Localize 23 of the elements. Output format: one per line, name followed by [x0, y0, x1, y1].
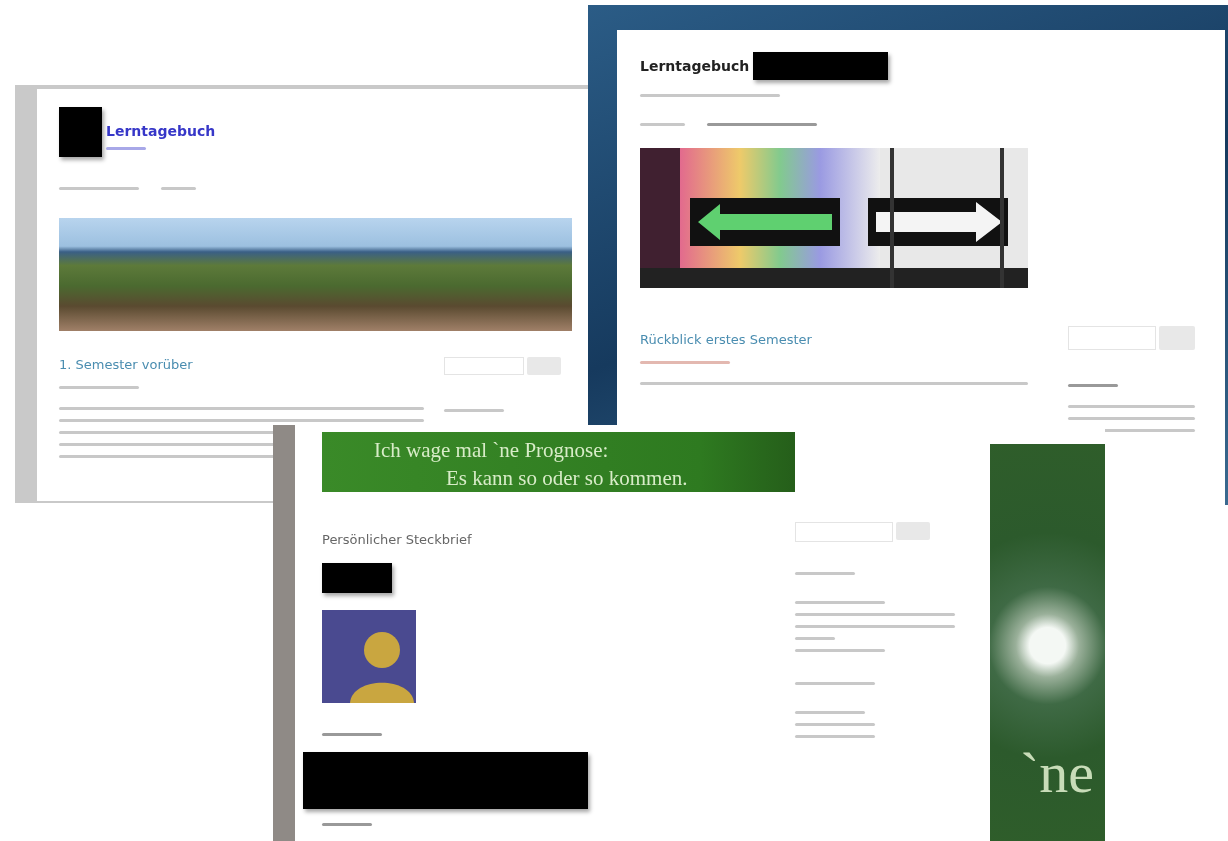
illegible-text	[106, 147, 146, 150]
post-title[interactable]: 1. Semester vorüber	[59, 357, 193, 372]
illegible-text	[444, 409, 504, 412]
banner-text: Es kann so oder so kommen.	[445, 465, 689, 492]
illegible-text	[795, 572, 855, 575]
illegible-text	[161, 187, 196, 190]
illegible-text	[640, 123, 685, 126]
search-field[interactable]	[444, 357, 524, 375]
illegible-text	[322, 823, 372, 826]
post-title[interactable]: Rückblick erstes Semester	[640, 332, 812, 347]
chalk-text: `ne	[1020, 744, 1095, 802]
search-field[interactable]	[795, 522, 893, 542]
site-title[interactable]: Lerntagebuch	[106, 123, 216, 139]
illegible-text	[795, 637, 835, 640]
search-field[interactable]	[1068, 326, 1156, 350]
page-title: Persönlicher Steckbrief	[322, 532, 472, 547]
redaction-block	[59, 107, 102, 157]
redaction-block	[322, 563, 392, 593]
illegible-text	[795, 711, 865, 714]
banner-text: Ich wage mal `ne Prognose:	[374, 437, 610, 464]
illegible-text	[1068, 384, 1118, 387]
illegible-text	[322, 733, 382, 736]
site-title[interactable]: Lerntagebuch	[640, 58, 750, 74]
